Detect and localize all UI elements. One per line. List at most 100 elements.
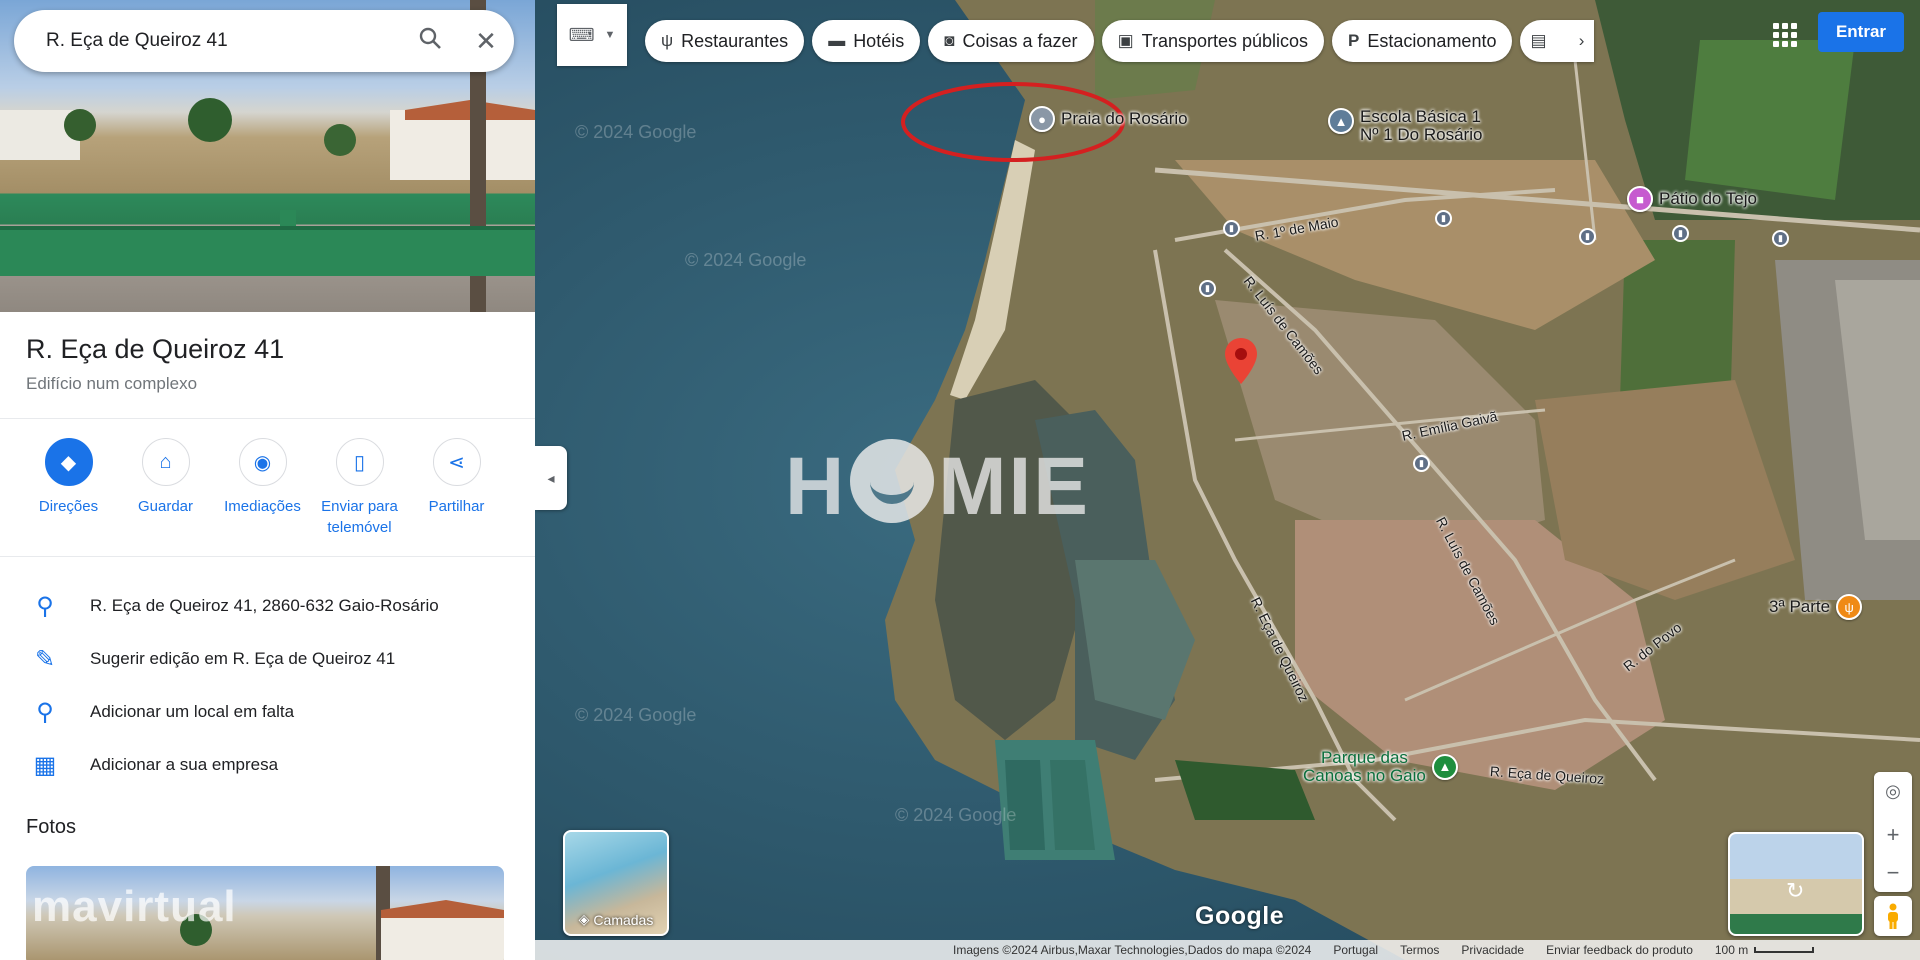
bus-stop-icon[interactable]: ▮ bbox=[1672, 225, 1689, 242]
poi-label: Parque das bbox=[1320, 748, 1408, 767]
pegman-button[interactable] bbox=[1874, 896, 1912, 936]
google-apps-button[interactable] bbox=[1770, 20, 1800, 50]
terms-link[interactable]: Termos bbox=[1400, 943, 1439, 957]
minus-icon: − bbox=[1886, 860, 1900, 885]
poi-patio-do-tejo[interactable]: ■ Pátio do Tejo bbox=[1627, 186, 1757, 212]
send-to-phone-button[interactable]: ▯ Enviar para telemóvel bbox=[311, 438, 408, 538]
category-chips: ψ Restaurantes ▬ Hotéis ◙ Coisas a fazer… bbox=[645, 20, 1595, 62]
place-category: Edifício num complexo bbox=[26, 374, 198, 393]
photos-heading: Fotos bbox=[26, 816, 77, 838]
imagery-attribution: Imagens ©2024 Airbus,Maxar Technologies,… bbox=[953, 943, 1312, 957]
bus-stop-icon[interactable]: ▮ bbox=[1413, 455, 1430, 472]
bus-stop-icon[interactable]: ▮ bbox=[1772, 230, 1789, 247]
add-missing-place-row[interactable]: ⚲ Adicionar um local em falta bbox=[0, 686, 535, 738]
maps-app: © 2024 Google © 2024 Google © 2024 Googl… bbox=[0, 0, 1920, 960]
google-logo: Google bbox=[1195, 902, 1285, 930]
pegman-icon bbox=[1888, 903, 1898, 929]
restaurant-icon: ψ bbox=[1836, 594, 1863, 620]
nearby-button[interactable]: ◉ Imediações bbox=[214, 438, 311, 538]
bus-stop-icon[interactable]: ▮ bbox=[1199, 280, 1216, 297]
keyboard-shortcuts-button[interactable]: ⌨ ▼ bbox=[557, 4, 627, 66]
chevron-down-icon: ▼ bbox=[604, 29, 616, 41]
scale-label: 100 m bbox=[1714, 943, 1749, 957]
pencil-icon: ✎ bbox=[34, 645, 56, 673]
privacy-link[interactable]: Privacidade bbox=[1461, 943, 1524, 957]
chip-label: Restaurantes bbox=[681, 30, 789, 51]
directions-button[interactable]: ◆ Direções bbox=[20, 438, 117, 538]
crosshair-icon: ◎ bbox=[1885, 780, 1901, 801]
rotate-icon: ↻ bbox=[1786, 878, 1805, 903]
hotel-icon: ▬ bbox=[828, 31, 846, 50]
bus-stop-icon[interactable]: ▮ bbox=[1435, 210, 1452, 227]
close-icon[interactable]: ✕ bbox=[458, 26, 514, 57]
address-row[interactable]: ⚲ R. Eça de Queiroz 41, 2860-632 Gaio-Ro… bbox=[0, 580, 535, 632]
map-footer: Imagens ©2024 Airbus,Maxar Technologies,… bbox=[535, 940, 1920, 960]
search-input[interactable]: R. Eça de Queiroz 41 bbox=[46, 30, 402, 52]
location-marker-icon[interactable] bbox=[1225, 338, 1257, 384]
zoom-in-button[interactable]: + bbox=[1874, 816, 1912, 854]
bus-stop-icon[interactable]: ▮ bbox=[1579, 228, 1596, 245]
action-label: Guardar bbox=[137, 498, 194, 515]
map-canvas[interactable]: © 2024 Google © 2024 Google © 2024 Googl… bbox=[535, 0, 1920, 960]
layers-label: Camadas bbox=[593, 911, 654, 928]
map-watermark: © 2024 Google bbox=[895, 805, 1017, 825]
chip-label: Estacionamento bbox=[1367, 30, 1497, 51]
place-hero-photo[interactable]: R. Eça de Queiroz 41 ✕ bbox=[0, 0, 535, 312]
chip-label: Coisas a fazer bbox=[962, 30, 1078, 51]
photo-thumbnail[interactable]: mavirtual bbox=[26, 866, 504, 960]
search-box[interactable]: R. Eça de Queiroz 41 ✕ bbox=[14, 10, 514, 72]
chip-restaurantes[interactable]: ψ Restaurantes bbox=[645, 20, 805, 62]
camera-icon: ◙ bbox=[944, 31, 955, 50]
poi-label: Canoas no Gaio bbox=[1303, 765, 1426, 785]
country-link[interactable]: Portugal bbox=[1333, 943, 1378, 957]
more-categories-icon: ▤ bbox=[1530, 31, 1547, 50]
chip-more[interactable]: ▤ › bbox=[1520, 20, 1595, 62]
my-location-button[interactable]: ◎ bbox=[1874, 772, 1912, 810]
search-icon[interactable] bbox=[402, 26, 458, 56]
map-watermark: © 2024 Google bbox=[575, 122, 697, 142]
poi-3a-parte[interactable]: 3ª Parte ψ bbox=[1769, 594, 1863, 620]
chip-transportes-publicos[interactable]: ▣ Transportes públicos bbox=[1101, 20, 1325, 62]
poi-escola-basica[interactable]: ▲ Escola Básica 1 Nº 1 Do Rosário bbox=[1328, 108, 1482, 144]
scale-bar[interactable]: 100 m bbox=[1714, 943, 1815, 957]
bus-stop-icon[interactable]: ▮ bbox=[1223, 220, 1240, 237]
sign-in-button[interactable]: Entrar bbox=[1818, 12, 1904, 52]
plus-icon: + bbox=[1886, 822, 1900, 847]
place-panel: R. Eça de Queiroz 41 ✕ R. Eça de Queiroz… bbox=[0, 0, 535, 960]
chip-hoteis[interactable]: ▬ Hotéis bbox=[812, 20, 921, 62]
layers-button[interactable]: ◈ Camadas bbox=[563, 830, 669, 936]
park-icon: ▲ bbox=[1431, 753, 1458, 780]
zoom-out-button[interactable]: − bbox=[1874, 854, 1912, 892]
add-business-text: Adicionar a sua empresa bbox=[90, 755, 279, 774]
divider bbox=[0, 418, 535, 419]
homie-watermark: H MIE bbox=[785, 439, 1091, 532]
poi-label: Escola Básica 1 bbox=[1360, 107, 1481, 126]
add-business-row[interactable]: ▦ Adicionar a sua empresa bbox=[0, 739, 535, 791]
map-watermark: © 2024 Google bbox=[575, 705, 697, 725]
suggest-edit-row[interactable]: ✎ Sugerir edição em R. Eça de Queiroz 41 bbox=[0, 633, 535, 685]
add-place-icon: ⚲ bbox=[36, 698, 54, 726]
send-to-phone-icon: ▯ bbox=[335, 438, 384, 486]
poi-label: Nº 1 Do Rosário bbox=[1360, 124, 1483, 144]
poi-label: 3ª Parte bbox=[1769, 597, 1831, 616]
shopping-icon: ■ bbox=[1627, 186, 1653, 212]
bookmark-icon: ⌂ bbox=[141, 438, 190, 486]
save-button[interactable]: ⌂ Guardar bbox=[117, 438, 214, 538]
divider bbox=[0, 556, 535, 557]
poi-label: Pátio do Tejo bbox=[1659, 189, 1757, 208]
location-pin-icon: ● bbox=[1029, 106, 1055, 132]
collapse-panel-button[interactable]: ◂ bbox=[535, 446, 567, 510]
restaurant-icon: ψ bbox=[661, 31, 674, 50]
feedback-link[interactable]: Enviar feedback do produto bbox=[1546, 943, 1693, 957]
satellite-imagery bbox=[535, 0, 1920, 960]
action-label: Partilhar bbox=[428, 498, 485, 515]
share-button[interactable]: ⋖ Partilhar bbox=[408, 438, 505, 538]
chip-coisas-a-fazer[interactable]: ◙ Coisas a fazer bbox=[928, 20, 1094, 62]
scale-ruler bbox=[1754, 947, 1815, 953]
street-view-thumbnail[interactable]: ↻ bbox=[1728, 832, 1864, 936]
place-title: R. Eça de Queiroz 41 bbox=[26, 334, 285, 364]
chip-estacionamento[interactable]: P Estacionamento bbox=[1332, 20, 1513, 62]
poi-parque-das-canoas[interactable]: Parque das Canoas no Gaio ▲ bbox=[1303, 749, 1458, 785]
directions-icon: ◆ bbox=[44, 438, 93, 486]
poi-praia-do-rosario[interactable]: ● Praia do Rosário bbox=[1029, 106, 1188, 132]
